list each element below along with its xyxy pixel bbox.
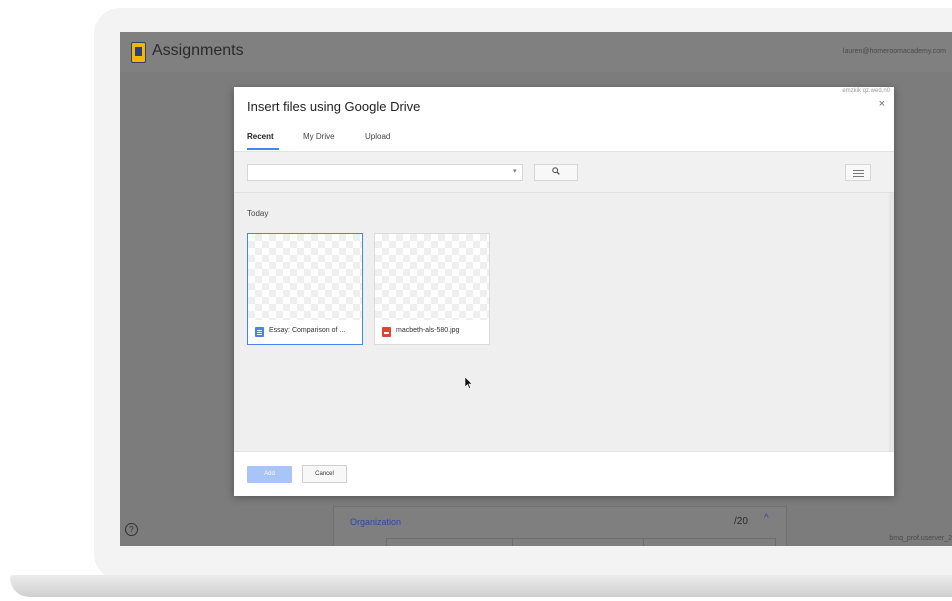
app-bar: Assignments lauren@homeroomacademy.com — [120, 32, 952, 72]
mouse-cursor-icon — [465, 377, 473, 389]
organization-card: Organization /20 ^ — [333, 506, 787, 546]
dialog-footer: Add Cancel — [234, 451, 894, 496]
file-card-macbeth[interactable]: macbeth-als-580.jpg — [374, 233, 490, 345]
rubric-cell-divider — [386, 539, 387, 546]
add-button[interactable]: Add — [247, 466, 292, 483]
active-tab-indicator — [247, 148, 279, 150]
organization-score: /20 — [734, 516, 748, 527]
rubric-cell-divider — [643, 539, 644, 546]
file-name: macbeth-als-580.jpg — [396, 327, 460, 334]
file-card-essay[interactable]: Essay: Comparison of ... — [247, 233, 363, 345]
rubric-cell-divider — [512, 539, 513, 546]
file-footer: Essay: Comparison of ... — [248, 320, 362, 344]
list-icon-line — [853, 173, 864, 174]
cancel-button[interactable]: Cancel — [302, 465, 347, 483]
chevron-up-icon[interactable]: ^ — [764, 513, 769, 524]
organization-title: Organization — [350, 517, 402, 527]
help-icon[interactable]: ? — [125, 523, 138, 536]
app-logo-icon — [131, 42, 146, 63]
rubric-cell-divider — [775, 539, 776, 546]
close-icon[interactable]: × — [879, 98, 885, 110]
tab-upload[interactable]: Upload — [365, 132, 390, 141]
drive-picker-dialog: Insert files using Google Drive emzkik q… — [234, 87, 894, 496]
google-doc-icon — [255, 327, 264, 337]
tab-recent[interactable]: Recent — [247, 132, 274, 141]
chevron-down-icon[interactable]: ▾ — [513, 167, 517, 175]
list-icon — [853, 170, 864, 171]
search-input[interactable] — [247, 164, 523, 181]
list-icon-line — [853, 176, 864, 177]
image-file-icon — [382, 327, 391, 337]
file-thumbnail — [248, 234, 362, 320]
rubric-cells — [386, 538, 776, 546]
user-email[interactable]: lauren@homeroomacademy.com — [843, 48, 946, 55]
server-label: bmq_prof.userver_2 — [889, 535, 952, 542]
file-name: Essay: Comparison of ... — [269, 327, 346, 334]
section-label-today: Today — [247, 209, 269, 218]
dialog-corner-id: emzkik qz.wed.n0 — [842, 88, 890, 94]
list-view-toggle-button[interactable] — [845, 164, 871, 181]
laptop-base — [10, 575, 952, 597]
search-bar: ▾ — [234, 152, 894, 193]
tab-my-drive[interactable]: My Drive — [303, 132, 335, 141]
dialog-title: Insert files using Google Drive — [247, 99, 421, 114]
file-thumbnail — [375, 234, 489, 320]
screen: Assignments lauren@homeroomacademy.com ?… — [120, 32, 952, 546]
file-grid-area: Today Essay: Comparison of ... macbeth-a… — [234, 193, 894, 451]
scrollbar[interactable] — [889, 193, 894, 451]
app-title: Assignments — [152, 42, 244, 59]
search-button[interactable] — [534, 164, 578, 181]
search-icon — [552, 167, 560, 178]
file-footer: macbeth-als-580.jpg — [375, 320, 489, 344]
